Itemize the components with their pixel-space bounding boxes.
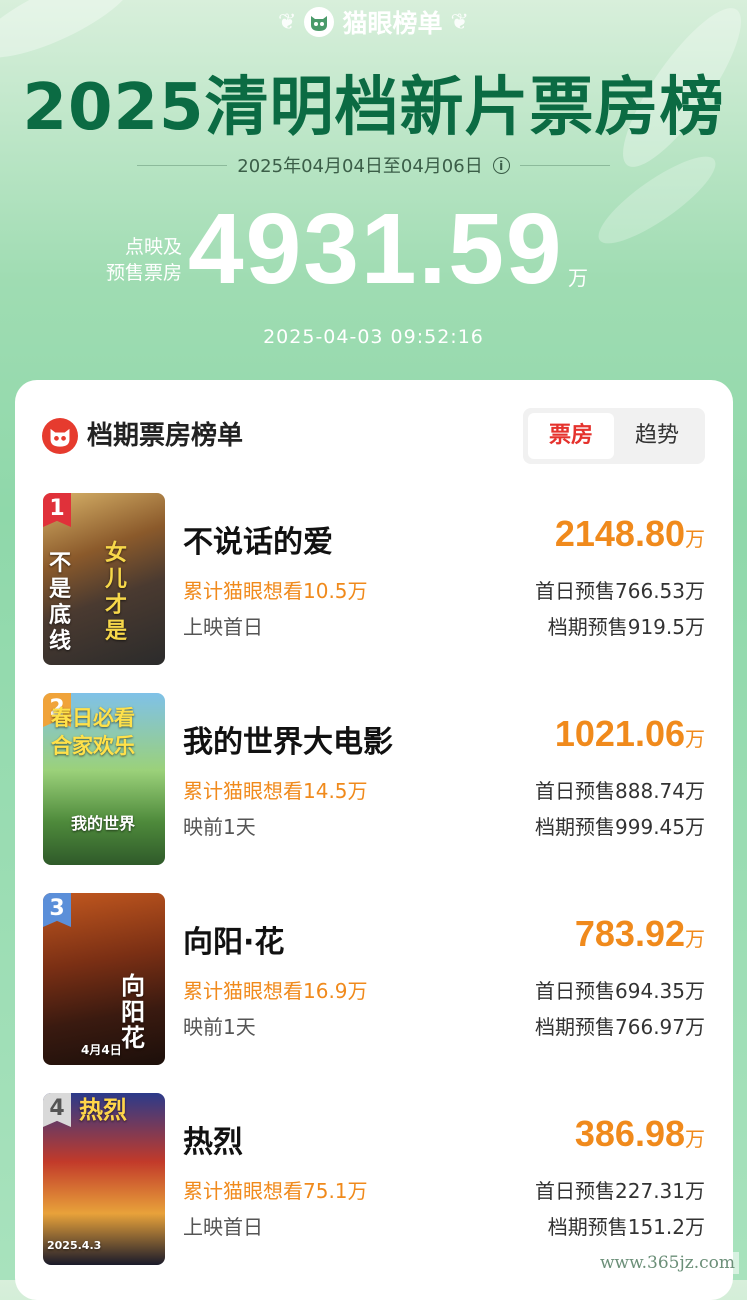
total-unit: 万 [568, 266, 588, 290]
want-to-see: 累计猫眼想看14.5万 [183, 779, 368, 803]
release-status: 映前1天 [183, 815, 256, 839]
want-to-see: 累计猫眼想看75.1万 [183, 1179, 368, 1203]
poster-text: 不是底线 [49, 551, 72, 654]
poster-text: 热烈 [79, 1096, 127, 1124]
poster-text: 合家欢乐 [51, 734, 135, 758]
total-value: 4931.59 [188, 193, 564, 305]
info-icon[interactable]: i [492, 156, 510, 174]
box-office-value: 2148.80 [554, 513, 685, 554]
list-item[interactable]: 4 热烈 2025.4.3 热烈 累计猫眼想看75.1万 上映首日 386.98… [15, 1093, 733, 1268]
brand-bar: ❦ 猫眼榜单 ❦ [0, 4, 747, 40]
poster-text: 2025.4.3 [47, 1239, 102, 1252]
rank-badge: 1 [43, 493, 71, 527]
period-presale: 档期预售151.2万 [547, 1215, 705, 1239]
brand-name: 猫眼榜单 [342, 9, 443, 38]
list-item[interactable]: 2 春日必看 合家欢乐 我的世界 我的世界大电影 累计猫眼想看14.5万 映前1… [15, 693, 733, 868]
want-to-see: 累计猫眼想看16.9万 [183, 979, 368, 1003]
poster-text: 我的世界 [71, 814, 136, 833]
want-to-see: 累计猫眼想看10.5万 [183, 579, 368, 603]
total-label: 点映及 预售票房 [78, 234, 182, 286]
update-timestamp: 2025-04-03 09:52:16 [263, 326, 484, 348]
date-range: 2025年04月04日至04月06日 [237, 156, 483, 177]
box-office-value: 783.92 [574, 913, 685, 954]
list-item[interactable]: 3 向阳花 4月4日 向阳·花 累计猫眼想看16.9万 映前1天 783.92万… [15, 893, 733, 1068]
poster-text: 向阳花 [121, 972, 145, 1052]
rank-badge: 4 [43, 1093, 71, 1127]
movie-poster: 4 热烈 2025.4.3 [43, 1093, 165, 1265]
box-office: 783.92万 [575, 913, 705, 955]
view-toggle: 票房 趋势 [523, 408, 705, 464]
box-office: 1021.06万 [555, 713, 705, 755]
box-office-unit: 万 [685, 927, 705, 951]
period-presale: 档期预售919.5万 [547, 615, 705, 639]
release-status: 上映首日 [183, 1215, 263, 1239]
period-presale: 档期预售999.45万 [535, 815, 705, 839]
total-label-line1: 点映及 [124, 236, 182, 258]
movie-title: 我的世界大电影 [183, 725, 393, 760]
movie-poster: 3 向阳花 4月4日 [43, 893, 165, 1065]
poster-text: 4月4日 [81, 1043, 122, 1057]
divider [137, 164, 228, 166]
watermark: www.365jz.com [596, 1252, 739, 1274]
box-office-value: 386.98 [574, 1113, 685, 1154]
date-range-row: 2025年04月04日至04月06日 i [0, 152, 747, 178]
release-status: 映前1天 [183, 1015, 256, 1039]
divider [519, 164, 610, 166]
total-box-office: 点映及 预售票房 4931.59 万 [0, 193, 747, 306]
movie-poster: 1 不是底线 女儿才是 [43, 493, 165, 665]
release-status: 上映首日 [183, 615, 263, 639]
card-header: 档期票房榜单 票房 趋势 [15, 380, 733, 470]
page-title: 2025清明档新片票房榜 [22, 71, 725, 145]
box-office: 386.98万 [575, 1113, 705, 1155]
movie-poster: 2 春日必看 合家欢乐 我的世界 [43, 693, 165, 865]
laurel-left-icon: ❦ [278, 9, 297, 35]
box-office: 2148.80万 [555, 513, 705, 555]
first-day-presale: 首日预售888.74万 [535, 779, 705, 803]
box-office-unit: 万 [685, 727, 705, 751]
list-item[interactable]: 1 不是底线 女儿才是 不说话的爱 累计猫眼想看10.5万 上映首日 2148.… [15, 493, 733, 668]
rank-badge: 3 [43, 893, 71, 927]
box-office-unit: 万 [685, 1127, 705, 1151]
ranking-card: 档期票房榜单 票房 趋势 1 不是底线 女儿才是 不说话的爱 累计猫眼想看10.… [15, 380, 733, 1300]
maoyan-cat-icon [304, 7, 335, 37]
box-office-value: 1021.06 [554, 713, 685, 754]
movie-title: 向阳·花 [183, 925, 285, 960]
first-day-presale: 首日预售227.31万 [535, 1179, 705, 1203]
tab-box-office[interactable]: 票房 [528, 413, 614, 459]
movie-title: 热烈 [183, 1125, 243, 1160]
poster-text: 春日必看 [51, 706, 135, 730]
tab-trend[interactable]: 趋势 [614, 413, 700, 459]
card-title: 档期票房榜单 [87, 421, 244, 451]
first-day-presale: 首日预售694.35万 [535, 979, 705, 1003]
period-presale: 档期预售766.97万 [535, 1015, 705, 1039]
laurel-right-icon: ❦ [450, 9, 469, 35]
movie-title: 不说话的爱 [183, 525, 333, 560]
first-day-presale: 首日预售766.53万 [535, 579, 705, 603]
box-office-unit: 万 [685, 527, 705, 551]
total-label-line2: 预售票房 [105, 262, 182, 284]
maoyan-logo-icon [42, 418, 78, 454]
poster-text: 女儿才是 [105, 541, 128, 644]
